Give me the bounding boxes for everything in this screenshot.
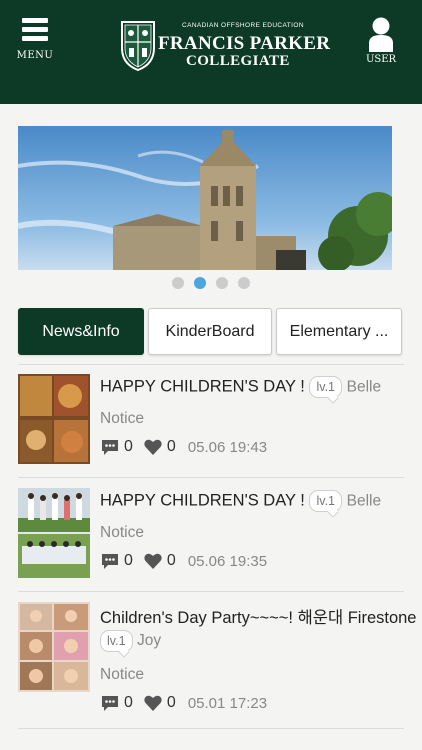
like-count: 0 bbox=[166, 694, 176, 711]
post-meta: 0 0 05.06 19:43 bbox=[100, 436, 267, 458]
carousel-dot-active[interactable] bbox=[194, 277, 206, 289]
tab-elementary[interactable]: Elementary ... bbox=[276, 308, 402, 355]
like-count: 0 bbox=[166, 438, 176, 455]
campus-photo bbox=[18, 126, 392, 270]
level-badge: lv.1 bbox=[100, 630, 133, 652]
school-name: FRANCIS PARKER bbox=[158, 33, 331, 54]
post-category: Notice bbox=[100, 410, 144, 427]
divider bbox=[18, 591, 404, 592]
app-header: MENU CANADIAN OFFSHORE EDUCATION FRANCIS… bbox=[0, 0, 422, 104]
user-button[interactable]: USER bbox=[362, 16, 400, 72]
post-category: Notice bbox=[100, 666, 144, 683]
carousel-dots bbox=[0, 277, 422, 291]
post-date: 05.06 19:35 bbox=[187, 552, 268, 570]
divider bbox=[18, 728, 404, 729]
post-meta: 0 0 05.06 19:35 bbox=[100, 550, 267, 572]
post-title[interactable]: Children's Day Party~~~~! 해운대 Firestone bbox=[100, 604, 417, 628]
crest-icon bbox=[121, 21, 155, 72]
tab-kinderboard[interactable]: KinderBoard bbox=[148, 308, 272, 355]
comment-icon bbox=[102, 554, 118, 569]
user-label: USER bbox=[365, 54, 397, 65]
post-thumbnail[interactable] bbox=[18, 374, 90, 464]
post-title[interactable]: HAPPY CHILDREN'S DAY ! bbox=[100, 491, 305, 509]
post-title[interactable]: HAPPY CHILDREN'S DAY ! bbox=[100, 377, 305, 395]
board-tabs: News&Info KinderBoard Elementary ... bbox=[18, 308, 404, 356]
tab-news-info[interactable]: News&Info bbox=[18, 308, 144, 355]
comment-count: 0 bbox=[124, 438, 133, 455]
comment-icon bbox=[102, 440, 118, 455]
user-icon bbox=[369, 17, 393, 52]
heart-icon[interactable] bbox=[143, 693, 163, 713]
post-author: Belle bbox=[346, 492, 382, 510]
level-badge: lv.1 bbox=[309, 376, 343, 398]
post-author: Joy bbox=[136, 632, 162, 650]
divider bbox=[18, 364, 404, 365]
post-category: Notice bbox=[100, 524, 144, 541]
post-date: 05.01 17:23 bbox=[187, 694, 268, 712]
divider bbox=[18, 477, 404, 478]
school-logo[interactable]: CANADIAN OFFSHORE EDUCATION FRANCIS PARK… bbox=[118, 20, 330, 76]
carousel-dot[interactable] bbox=[238, 277, 250, 289]
comment-icon bbox=[102, 696, 118, 711]
school-tagline: CANADIAN OFFSHORE EDUCATION bbox=[182, 22, 304, 29]
post-thumbnail[interactable] bbox=[18, 488, 90, 578]
comment-count: 0 bbox=[124, 552, 133, 569]
comment-count: 0 bbox=[124, 694, 133, 711]
heart-icon[interactable] bbox=[143, 437, 163, 457]
menu-button[interactable]: MENU bbox=[16, 18, 54, 74]
banner-carousel[interactable] bbox=[18, 126, 392, 270]
carousel-dot[interactable] bbox=[216, 277, 228, 289]
heart-icon[interactable] bbox=[143, 551, 163, 571]
menu-icon bbox=[22, 18, 48, 23]
menu-label: MENU bbox=[16, 50, 54, 61]
post-author: Belle bbox=[346, 378, 382, 396]
post-meta: 0 0 05.01 17:23 bbox=[100, 692, 267, 714]
school-subname: COLLEGIATE bbox=[186, 53, 290, 69]
carousel-dot[interactable] bbox=[172, 277, 184, 289]
like-count: 0 bbox=[166, 552, 176, 569]
post-thumbnail[interactable] bbox=[18, 602, 90, 692]
post-date: 05.06 19:43 bbox=[187, 438, 268, 456]
level-badge: lv.1 bbox=[309, 490, 343, 512]
